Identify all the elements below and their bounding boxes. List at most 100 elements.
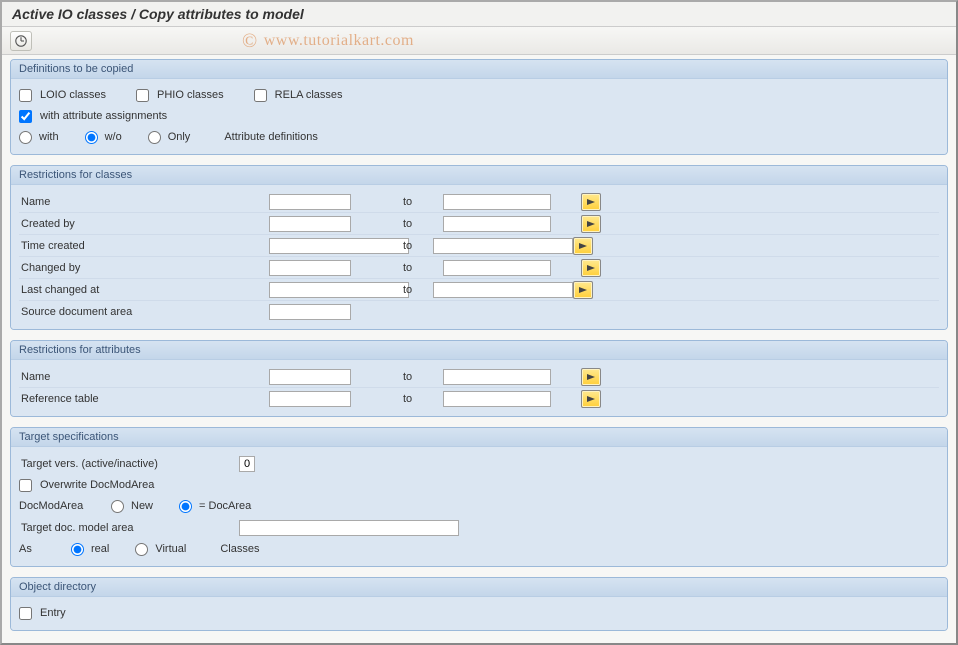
label-to: to	[399, 393, 443, 405]
label-classes: Classes	[220, 543, 259, 555]
input-name-from[interactable]	[269, 194, 351, 210]
checkbox-with-attr[interactable]: with attribute assignments	[19, 110, 167, 123]
checkbox-phio[interactable]: PHIO classes	[136, 89, 224, 102]
attr-def-label: Attribute definitions	[224, 131, 318, 143]
input-createdby-to[interactable]	[443, 216, 551, 232]
multiselect-button-timecreated[interactable]	[573, 237, 593, 255]
radio-only[interactable]: Only	[148, 131, 191, 144]
execute-button[interactable]	[10, 31, 32, 51]
label-target-area: Target doc. model area	[19, 522, 239, 534]
input-timecreated-to[interactable]	[433, 238, 573, 254]
multiselect-button-lastchanged[interactable]	[573, 281, 593, 299]
panel-restrictions-classes-title: Restrictions for classes	[11, 166, 947, 185]
checkbox-rela[interactable]: RELA classes	[254, 89, 343, 102]
input-changedby-from[interactable]	[269, 260, 351, 276]
radio-docarea[interactable]: = DocArea	[179, 500, 251, 513]
panel-definitions-title: Definitions to be copied	[11, 60, 947, 79]
checkbox-entry-input[interactable]	[19, 607, 32, 620]
multiselect-button-createdby[interactable]	[581, 215, 601, 233]
label-srcdoc: Source document area	[19, 306, 269, 318]
checkbox-rela-input[interactable]	[254, 89, 267, 102]
radio-real-label: real	[91, 543, 109, 555]
checkbox-loio-label: LOIO classes	[40, 89, 106, 101]
input-lastchanged-from[interactable]	[269, 282, 409, 298]
input-target-vers[interactable]	[239, 456, 255, 472]
input-createdby-from[interactable]	[269, 216, 351, 232]
checkbox-loio[interactable]: LOIO classes	[19, 89, 106, 102]
radio-with-input[interactable]	[19, 131, 32, 144]
radio-wo-input[interactable]	[85, 131, 98, 144]
multiselect-button-changedby[interactable]	[581, 259, 601, 277]
radio-with[interactable]: with	[19, 131, 59, 144]
content: Definitions to be copied LOIO classes PH…	[2, 55, 956, 645]
radio-new-input[interactable]	[111, 500, 124, 513]
checkbox-overwrite-label: Overwrite DocModArea	[40, 479, 154, 491]
radio-real[interactable]: real	[71, 543, 109, 556]
label-changedby: Changed by	[19, 262, 269, 274]
label-to: to	[399, 218, 443, 230]
input-changedby-to[interactable]	[443, 260, 551, 276]
checkbox-entry[interactable]: Entry	[19, 607, 66, 620]
radio-new-label: New	[131, 500, 153, 512]
radio-virtual[interactable]: Virtual	[135, 543, 186, 556]
label-docmodarea: DocModArea	[19, 500, 99, 512]
watermark: ©www.tutorialkart.com	[242, 30, 414, 53]
checkbox-with-attr-label: with attribute assignments	[40, 110, 167, 122]
panel-object-directory: Object directory Entry	[10, 577, 948, 631]
label-target-vers: Target vers. (active/inactive)	[19, 458, 239, 470]
label-name: Name	[19, 196, 269, 208]
input-timecreated-from[interactable]	[269, 238, 409, 254]
checkbox-with-attr-input[interactable]	[19, 110, 32, 123]
panel-restrictions-classes: Restrictions for classes Name to Created…	[10, 165, 948, 330]
toolbar	[2, 27, 956, 55]
input-name-to[interactable]	[443, 194, 551, 210]
label-timecreated: Time created	[19, 240, 269, 252]
checkbox-overwrite-input[interactable]	[19, 479, 32, 492]
input-lastchanged-to[interactable]	[433, 282, 573, 298]
radio-real-input[interactable]	[71, 543, 84, 556]
label-to: to	[399, 284, 433, 296]
panel-object-directory-title: Object directory	[11, 578, 947, 597]
label-to: to	[399, 262, 443, 274]
multiselect-button-reftable[interactable]	[581, 390, 601, 408]
panel-target-title: Target specifications	[11, 428, 947, 447]
page-title: Active IO classes / Copy attributes to m…	[2, 2, 956, 27]
radio-only-label: Only	[168, 131, 191, 143]
radio-docarea-label: = DocArea	[199, 500, 251, 512]
multiselect-button-name[interactable]	[581, 193, 601, 211]
radio-wo-label: w/o	[105, 131, 122, 143]
label-to: to	[399, 371, 443, 383]
label-createdby: Created by	[19, 218, 269, 230]
input-reftable-to[interactable]	[443, 391, 551, 407]
label-as: As	[19, 543, 59, 555]
input-target-area[interactable]	[239, 520, 459, 536]
checkbox-loio-input[interactable]	[19, 89, 32, 102]
label-to: to	[399, 196, 443, 208]
radio-virtual-input[interactable]	[135, 543, 148, 556]
radio-only-input[interactable]	[148, 131, 161, 144]
window: Active IO classes / Copy attributes to m…	[0, 0, 958, 645]
label-lastchanged: Last changed at	[19, 284, 269, 296]
label-reftable: Reference table	[19, 393, 269, 405]
radio-docarea-input[interactable]	[179, 500, 192, 513]
checkbox-rela-label: RELA classes	[275, 89, 343, 101]
multiselect-button-attr-name[interactable]	[581, 368, 601, 386]
checkbox-overwrite[interactable]: Overwrite DocModArea	[19, 479, 154, 492]
panel-restrictions-attributes-title: Restrictions for attributes	[11, 341, 947, 360]
panel-restrictions-attributes: Restrictions for attributes Name to Refe…	[10, 340, 948, 417]
input-reftable-from[interactable]	[269, 391, 351, 407]
radio-wo[interactable]: w/o	[85, 131, 122, 144]
radio-virtual-label: Virtual	[155, 543, 186, 555]
radio-with-label: with	[39, 131, 59, 143]
panel-target: Target specifications Target vers. (acti…	[10, 427, 948, 567]
radio-new[interactable]: New	[111, 500, 153, 513]
label-attr-name: Name	[19, 371, 269, 383]
input-attr-name-to[interactable]	[443, 369, 551, 385]
checkbox-phio-label: PHIO classes	[157, 89, 224, 101]
input-srcdoc[interactable]	[269, 304, 351, 320]
checkbox-phio-input[interactable]	[136, 89, 149, 102]
checkbox-entry-label: Entry	[40, 607, 66, 619]
input-attr-name-from[interactable]	[269, 369, 351, 385]
label-to: to	[399, 240, 433, 252]
panel-definitions: Definitions to be copied LOIO classes PH…	[10, 59, 948, 155]
